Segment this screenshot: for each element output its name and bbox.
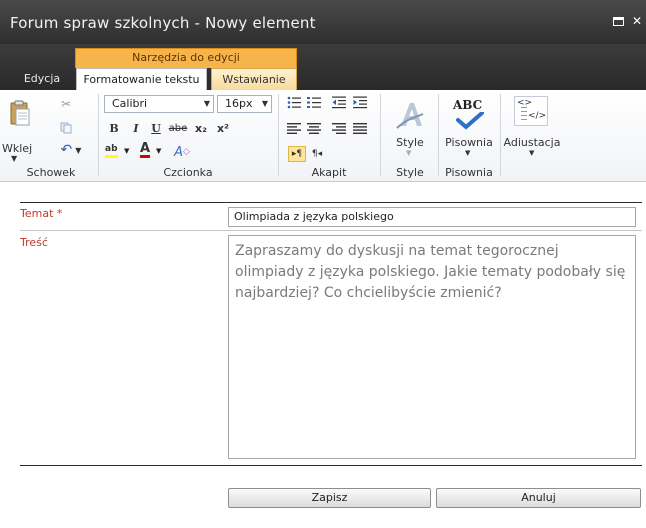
- align-right-icon[interactable]: [331, 120, 347, 136]
- strikethrough-button[interactable]: abe: [166, 120, 190, 136]
- styles-label: Style: [396, 136, 424, 149]
- styles-button[interactable]: Style ▼: [384, 94, 436, 162]
- ribbon-tab-strip: Narzędzia do edycji Edycja Formatowanie …: [0, 44, 646, 90]
- align-center-icon[interactable]: [306, 120, 322, 136]
- title-bar: Forum spraw szkolnych - Nowy element ✕: [0, 0, 646, 44]
- copy-icon[interactable]: [58, 120, 74, 136]
- numbering-icon[interactable]: [306, 94, 322, 110]
- rtl-direction-button[interactable]: ¶◂: [308, 146, 326, 162]
- markup-label: Adiustacja: [503, 136, 561, 149]
- title-field-label: Temat *: [20, 207, 63, 220]
- group-label-spelling: Pisownia: [445, 166, 493, 179]
- form-top-rule: [20, 202, 642, 203]
- bullets-icon[interactable]: [286, 94, 302, 110]
- form-bottom-rule: [20, 465, 642, 466]
- spelling-label: Pisownia: [445, 136, 493, 149]
- field-separator: [20, 230, 642, 231]
- tab-wstawianie[interactable]: Wstawianie: [211, 68, 297, 90]
- chevron-down-icon: ▼: [465, 149, 471, 157]
- chevron-down-icon: ▼: [124, 147, 130, 155]
- paste-button[interactable]: Wklej ▼: [2, 94, 36, 163]
- group-label-paragraph: Akapit: [311, 166, 347, 179]
- tab-formatowanie-tekstu[interactable]: Formatowanie tekstu: [76, 68, 207, 90]
- underline-button[interactable]: U: [148, 120, 164, 136]
- highlight-color-button[interactable]: ab ▼: [105, 144, 135, 160]
- close-icon[interactable]: ✕: [632, 14, 642, 28]
- subscript-button[interactable]: x₂: [192, 120, 210, 136]
- font-name-select[interactable]: Calibri ▼: [104, 95, 214, 113]
- styles-icon: [396, 103, 424, 129]
- bold-button[interactable]: B: [106, 120, 122, 136]
- chevron-down-icon: ▼: [156, 147, 162, 155]
- font-size-select[interactable]: 16px ▼: [217, 95, 272, 113]
- title-input[interactable]: Olimpiada z języka polskiego: [228, 207, 636, 227]
- group-label-styles: Style: [396, 166, 424, 179]
- group-label-clipboard: Schowek: [26, 166, 76, 179]
- font-color-icon: A: [140, 141, 151, 158]
- paste-icon: [10, 100, 30, 126]
- group-label-font: Czcionka: [163, 166, 213, 179]
- spelling-button[interactable]: ABC Pisownia ▼: [441, 94, 497, 162]
- maximize-icon[interactable]: [613, 17, 624, 26]
- abc-check-icon: ABC: [453, 98, 487, 130]
- ltr-direction-button[interactable]: ▸¶: [288, 146, 306, 162]
- window-title: Forum spraw szkolnych - Nowy element: [10, 14, 316, 32]
- markup-button[interactable]: <> </> Adiustacja ▼: [502, 94, 562, 162]
- tab-edycja[interactable]: Edycja: [16, 68, 68, 90]
- highlighter-icon: ab: [105, 144, 118, 158]
- increase-indent-icon[interactable]: [352, 94, 368, 110]
- chevron-down-icon: ▼: [529, 149, 535, 157]
- undo-icon[interactable]: ↶ ▼: [56, 142, 86, 158]
- chevron-down-icon: ▼: [203, 99, 210, 108]
- cancel-button[interactable]: Anuluj: [436, 488, 641, 508]
- chevron-down-icon: ▼: [11, 154, 18, 163]
- decrease-indent-icon[interactable]: [331, 94, 347, 110]
- italic-button[interactable]: I: [128, 120, 144, 136]
- body-field-label: Treść: [20, 236, 48, 249]
- body-textarea[interactable]: Zapraszamy do dyskusji na temat tegorocz…: [228, 235, 636, 459]
- font-name-value: Calibri: [112, 97, 148, 110]
- ribbon: Wklej ▼ ✂ ↶ ▼ Schowek Calibri ▼ 16px ▼ B …: [0, 90, 646, 182]
- markup-icon: <> </>: [514, 96, 548, 126]
- align-left-icon[interactable]: [286, 120, 302, 136]
- font-color-button[interactable]: A ▼: [139, 142, 167, 160]
- context-group-label: Narzędzia do edycji: [75, 48, 297, 68]
- chevron-down-icon: ▼: [261, 99, 268, 108]
- cut-icon[interactable]: ✂: [58, 96, 74, 112]
- chevron-down-icon: ▼: [406, 149, 412, 157]
- justify-icon[interactable]: [352, 120, 368, 136]
- clear-format-icon[interactable]: A ◇: [172, 144, 192, 160]
- font-size-value: 16px: [225, 97, 253, 110]
- superscript-button[interactable]: x²: [214, 120, 232, 136]
- save-button[interactable]: Zapisz: [228, 488, 431, 508]
- required-marker: *: [53, 207, 63, 220]
